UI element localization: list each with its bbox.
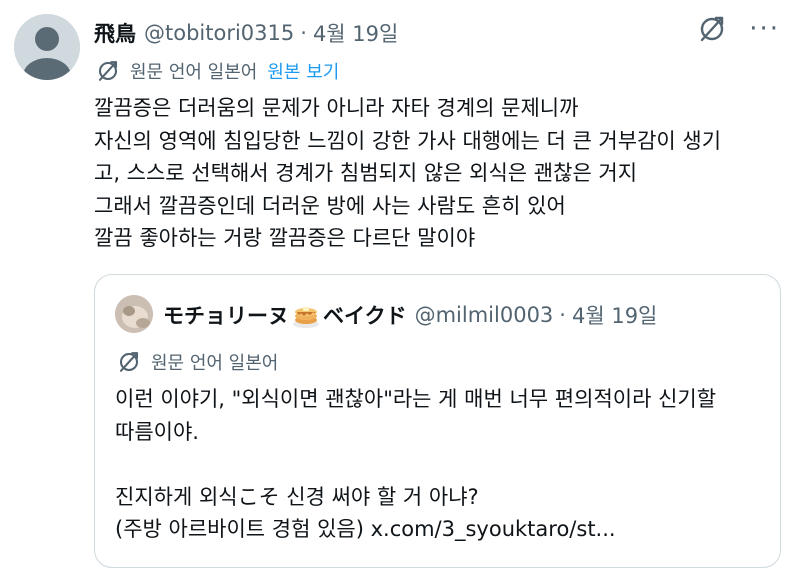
more-options-icon[interactable]: ··· xyxy=(749,14,780,44)
translation-label: 원문 언어 일본어 xyxy=(130,62,258,83)
translation-info: 원문 언어 일본어 원본 보기 xyxy=(96,58,339,84)
quoted-text-line: 따름이야. xyxy=(115,419,199,444)
quoted-tweet-text: 이런 이야기, "외식이면 괜찮아"라는 게 매번 너무 편의적이라 신기할 따… xyxy=(115,383,765,546)
quoted-user-handle[interactable]: @milmil0003 xyxy=(415,303,554,327)
tweet-text-line: 깔끔 좋아하는 거랑 깔끔증은 다르단 말이야 xyxy=(94,226,476,250)
avatar[interactable] xyxy=(14,14,80,80)
translate-icon xyxy=(96,59,120,83)
tweet-header: 飛鳥 @tobitori0315 · 4월 19일 xyxy=(94,18,398,48)
show-original-link[interactable]: 원본 보기 xyxy=(267,58,339,84)
display-name[interactable]: 飛鳥 xyxy=(94,18,136,48)
quoted-translation-info: 원문 언어 일본어 xyxy=(117,349,278,375)
quoted-name-part2: ベイクド xyxy=(323,304,407,328)
quoted-tweet-date[interactable]: 4월 19일 xyxy=(572,300,657,330)
quoted-translation-label: 원문 언어 일본어 xyxy=(151,353,279,374)
tweet-date[interactable]: 4월 19일 xyxy=(313,18,398,48)
quoted-display-name[interactable]: モチョリーヌ ベイクド xyxy=(163,300,407,330)
tweet-actions-top: ··· xyxy=(697,14,780,44)
quoted-text-line xyxy=(115,448,765,481)
user-handle[interactable]: @tobitori0315 xyxy=(144,21,294,45)
tweet-text-line: 깔끔증은 더러움의 문제가 아니라 자타 경계의 문제니까 xyxy=(94,96,579,120)
quoted-text-line: 이런 이야기, "외식이면 괜찮아"라는 게 매번 너무 편의적이라 신기할 xyxy=(115,387,717,411)
tweet-text-line: 자신의 영역에 침입당한 느낌이 강한 가사 대행에는 더 큰 거부감이 생기 xyxy=(94,128,722,153)
quoted-tweet-card[interactable]: モチョリーヌ ベイクド @milmil0003 · 4월 19일 원문 언어 일… xyxy=(94,274,781,568)
separator-dot: · xyxy=(559,303,566,327)
tweet-text: 깔끔증은 더러움의 문제가 아니라 자타 경계의 문제니까 자신의 영역에 침입… xyxy=(94,92,794,255)
quoted-avatar[interactable] xyxy=(115,295,153,333)
translate-icon[interactable] xyxy=(697,14,727,44)
separator-dot: · xyxy=(300,21,307,45)
tweet-text-line: 고, 스스로 선택해서 경계가 침범되지 않은 외식은 괜찮은 거지 xyxy=(94,161,638,185)
quoted-header: モチョリーヌ ベイクド @milmil0003 · 4월 19일 xyxy=(163,297,657,333)
quoted-text-line: 진지하게 외식こそ 신경 써야 할 거 아냐? xyxy=(115,484,479,509)
quoted-text-line: (주방 아르바이트 경험 있음) x.com/3_syouktaro/st... xyxy=(115,517,616,541)
tweet-text-line: 그래서 깔끔증인데 더러운 방에 사는 사람도 흔히 있어 xyxy=(94,193,566,218)
quoted-name-part1: モチョリーヌ xyxy=(163,304,289,328)
translate-icon xyxy=(117,350,141,374)
pancake-icon xyxy=(291,300,321,330)
